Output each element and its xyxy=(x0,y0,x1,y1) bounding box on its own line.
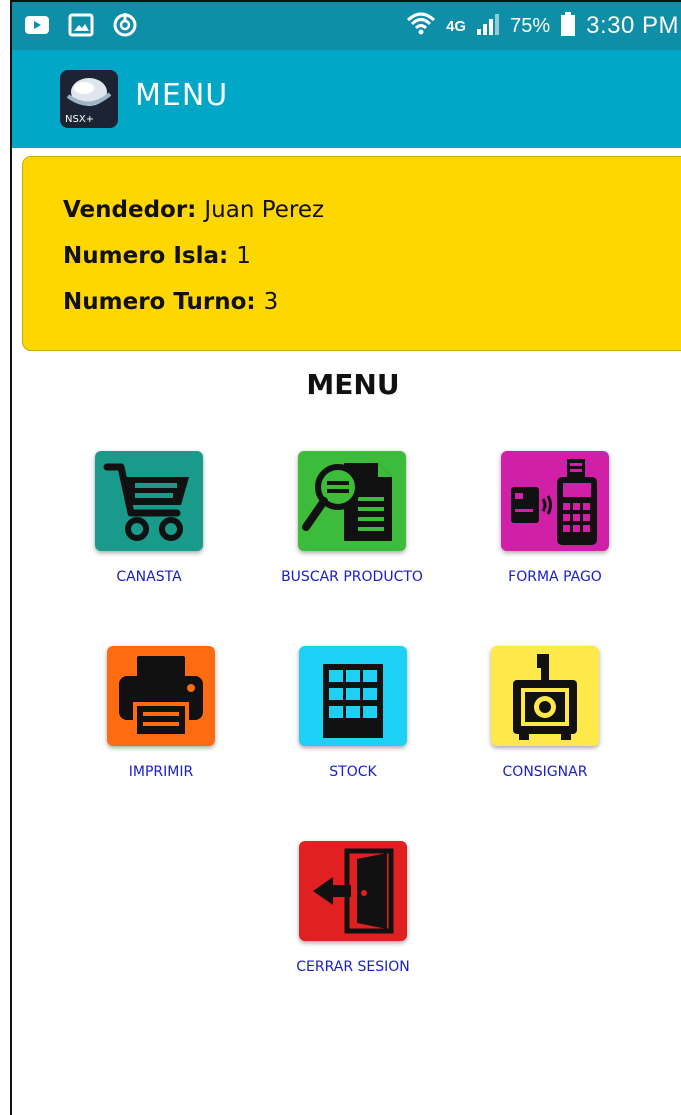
canasta-label[interactable]: CANASTA xyxy=(39,569,259,585)
cerrar-sesion-label[interactable]: CERRAR SESION xyxy=(243,959,463,975)
page-title: MENU xyxy=(135,78,229,113)
clock: 3:30 PM xyxy=(586,12,679,39)
island-value: 1 xyxy=(236,243,251,269)
buscar-producto-button[interactable] xyxy=(298,451,406,551)
battery-percent: 75% xyxy=(510,14,551,37)
shift-value: 3 xyxy=(263,289,279,315)
exit-door-icon xyxy=(313,848,394,934)
app-logo: NSX+ xyxy=(60,70,118,128)
shopping-cart-icon xyxy=(103,463,189,541)
safe-icon xyxy=(513,654,577,740)
shelves-icon xyxy=(323,664,383,738)
signal-icon xyxy=(476,12,500,40)
youtube-icon xyxy=(24,12,50,38)
printer-icon xyxy=(119,656,203,738)
buscar-producto-label[interactable]: BUSCAR PRODUCTO xyxy=(242,569,462,585)
shift-label: Numero Turno: xyxy=(63,289,256,315)
island-label: Numero Isla: xyxy=(63,243,229,269)
network-type-label: 4G xyxy=(446,17,467,35)
sync-icon xyxy=(112,12,138,38)
cerrar-sesion-button[interactable] xyxy=(299,841,407,941)
status-bar: 4G 75% 3:30 PM xyxy=(12,2,681,50)
logo-text: NSX+ xyxy=(65,114,95,125)
frame-border-left xyxy=(10,0,12,1115)
consignar-label[interactable]: CONSIGNAR xyxy=(435,764,655,780)
app-bar: NSX+ MENU xyxy=(12,50,681,148)
vendor-label: Vendedor: xyxy=(63,197,197,223)
imprimir-button[interactable] xyxy=(107,646,215,746)
shift-row: Numero Turno: 3 xyxy=(63,289,278,315)
consignar-button[interactable] xyxy=(491,646,599,746)
search-document-icon xyxy=(302,463,392,541)
battery-icon xyxy=(560,11,576,41)
gallery-icon xyxy=(68,12,94,38)
stock-label[interactable]: STOCK xyxy=(243,764,463,780)
session-info-card: Vendedor: Juan Perez Numero Isla: 1 Numero… xyxy=(22,156,681,351)
forma-pago-label[interactable]: FORMA PAGO xyxy=(445,569,665,585)
forma-pago-button[interactable] xyxy=(501,451,609,551)
status-bar-right: 4G 75% 3:30 PM xyxy=(406,2,679,50)
imprimir-label[interactable]: IMPRIMIR xyxy=(51,764,271,780)
menu-heading: MENU xyxy=(306,368,400,401)
card-terminal-icon xyxy=(511,459,597,545)
vendor-row: Vendedor: Juan Perez xyxy=(63,197,324,223)
stock-button[interactable] xyxy=(299,646,407,746)
vendor-value: Juan Perez xyxy=(204,197,325,223)
island-row: Numero Isla: 1 xyxy=(63,243,251,269)
canasta-button[interactable] xyxy=(95,451,203,551)
wifi-icon xyxy=(406,11,436,41)
